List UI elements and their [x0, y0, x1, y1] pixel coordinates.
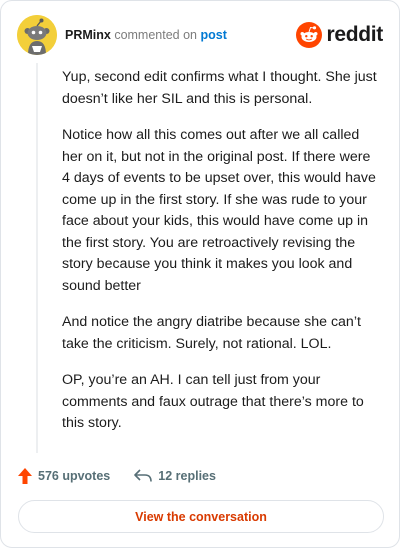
comment-paragraph: Notice how all this comes out after we a…	[62, 127, 376, 294]
upvote-arrow-icon	[18, 468, 32, 484]
comment-paragraph: And notice the angry diatribe because sh…	[62, 314, 361, 352]
comment-header: PRMinx commented on post reddit	[17, 15, 383, 55]
reply-arrow-icon	[134, 469, 153, 482]
reply-count: 12 replies	[158, 469, 216, 483]
reddit-logo-icon	[296, 22, 323, 48]
byline: PRMinx commented on post	[65, 27, 227, 43]
comment-body: Yup, second edit confirms what I thought…	[62, 67, 380, 450]
snoo-avatar-icon	[17, 15, 57, 55]
reddit-brand[interactable]: reddit	[296, 21, 383, 49]
username-link[interactable]: PRMinx	[65, 28, 111, 42]
replies-button[interactable]: 12 replies	[134, 469, 216, 483]
comment-paragraph: Yup, second edit confirms what I thought…	[62, 69, 377, 107]
upvote-button[interactable]: 576 upvotes	[18, 468, 110, 484]
view-conversation-button[interactable]: View the conversation	[18, 500, 384, 533]
byline-verb: commented on	[110, 28, 201, 42]
thread-line	[36, 63, 38, 453]
comment-card: PRMinx commented on post reddit Yup, sec…	[0, 0, 400, 548]
post-link[interactable]: post	[200, 28, 226, 42]
comment-paragraph: OP, you’re an AH. I can tell just from y…	[62, 372, 364, 431]
comment-actions: 576 upvotes 12 replies	[18, 465, 216, 487]
avatar[interactable]	[17, 15, 57, 55]
upvote-count: 576 upvotes	[38, 469, 111, 483]
reddit-wordmark: reddit	[326, 23, 383, 46]
